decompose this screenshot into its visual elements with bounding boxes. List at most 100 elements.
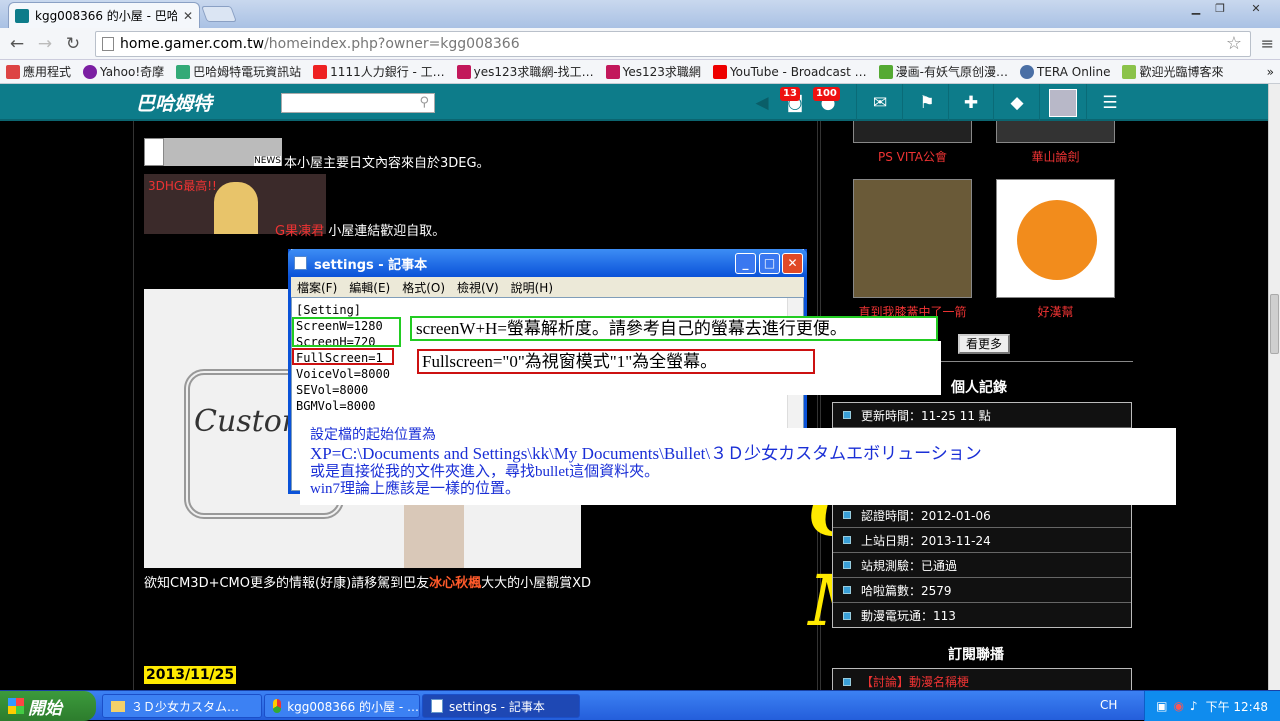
bookmark-item[interactable]: Yes123求職網 [600, 63, 707, 80]
antivirus-icon[interactable]: ◉ [1173, 699, 1183, 713]
subscribe-link[interactable]: 【討論】動漫名稱梗 [861, 673, 969, 690]
record-text: 哈啦篇數：2579 [861, 583, 952, 598]
mail-icon[interactable]: ✉ [868, 91, 892, 115]
gamepad-icon[interactable]: ✚ [959, 91, 983, 115]
start-button[interactable]: 開始 [0, 691, 96, 721]
bookmark-label: yes123求職網-找工… [473, 65, 594, 79]
friend-link[interactable]: 冰心秋楓 [429, 576, 481, 591]
intro-text: 本小屋主要日文內容來自於3DEG。 [284, 156, 490, 171]
divider [993, 84, 994, 121]
menu-help[interactable]: 說明(H) [505, 279, 559, 296]
tera-icon [1019, 64, 1034, 79]
bookmark-item[interactable]: yes123求職網-找工… [451, 63, 600, 80]
notification-badge: 100 [813, 87, 840, 101]
tag-icon[interactable]: ◆ [1005, 91, 1029, 115]
divider [856, 84, 857, 121]
page-scrollbar[interactable] [1268, 84, 1280, 690]
taskbar-item[interactable]: kgg008366 的小屋 - … [264, 694, 420, 718]
bullet-icon [843, 536, 851, 544]
guild-image[interactable] [996, 121, 1115, 143]
notification-badge: 13 [780, 87, 800, 101]
speaker-icon[interactable]: ◀ [750, 91, 774, 115]
volume-icon[interactable]: ♪ [1190, 699, 1198, 713]
subscribe-title: 訂閱聯播 [948, 647, 1004, 663]
bookmark-item[interactable]: 歡迎光臨博客來 [1116, 63, 1229, 80]
url-host: home.gamer.com.tw [120, 36, 265, 52]
close-window-button[interactable]: ✕ [1236, 1, 1276, 17]
guild-label[interactable]: 華山論劍 [996, 148, 1115, 165]
new-tab-button[interactable] [201, 6, 237, 22]
bookmark-item[interactable]: Yahoo!奇摩 [77, 63, 170, 80]
bookmark-label: 漫画-有妖气原创漫… [895, 65, 1008, 79]
bookmarks-overflow-icon[interactable]: » [1261, 65, 1280, 79]
guild-image[interactable] [996, 179, 1115, 298]
info-text: 大大的小屋觀賞XD [481, 576, 592, 591]
bookmark-item[interactable]: 應用程式 [0, 63, 77, 80]
maximize-window-button[interactable]: ❐ [1208, 1, 1232, 17]
notepad-titlebar[interactable]: settings - 記事本 _ □ ✕ [288, 249, 807, 277]
bookmark-item[interactable]: 巴哈姆特電玩資訊站 [170, 63, 307, 80]
guild-label[interactable]: 好漢幫 [996, 303, 1115, 320]
menu-view[interactable]: 檢視(V) [451, 279, 505, 296]
clock[interactable]: 下午 12:48 [1206, 698, 1268, 715]
subscribe-box: 【討論】動漫名稱梗 [832, 668, 1132, 690]
menu-format[interactable]: 格式(O) [396, 279, 451, 296]
bookmarks-bar: 應用程式 Yahoo!奇摩 巴哈姆特電玩資訊站 1111人力銀行 - 工… ye… [0, 60, 1280, 84]
yes123-icon [605, 64, 620, 79]
subscribe-row[interactable]: 【討論】動漫名稱梗 [833, 669, 1131, 690]
site-header: 巴哈姆特 ⚲ ◀ ◙ 13 ● 100 ✉ ⚑ ✚ ◆ ☰ [0, 84, 1268, 121]
back-arrow-icon[interactable]: ← [6, 33, 28, 55]
see-more-button[interactable]: 看更多 [958, 334, 1010, 354]
3deg-logo[interactable]: NEWS [144, 138, 282, 166]
minimize-window-button[interactable]: ▁ [1184, 1, 1208, 17]
site-logo[interactable]: 巴哈姆特 [136, 89, 212, 116]
bookmark-star-icon[interactable]: ☆ [1226, 33, 1242, 54]
bullet-icon [843, 611, 851, 620]
news-tag: NEWS [253, 156, 281, 166]
close-tab-icon[interactable]: ✕ [183, 9, 193, 23]
flag-icon[interactable]: ⚑ [915, 91, 939, 115]
url-path: /homeindex.php?owner=kgg008366 [264, 36, 520, 52]
guild-image[interactable] [853, 121, 972, 143]
browser-tab[interactable]: kgg008366 的小屋 - 巴哈姆 ✕ [8, 2, 200, 28]
taskbar-item[interactable]: ３Ｄ少女カスタム… [102, 694, 262, 718]
minimize-button[interactable]: _ [735, 253, 756, 274]
bookmark-item[interactable]: 1111人力銀行 - 工… [307, 63, 451, 80]
1111-icon [313, 64, 328, 79]
friend-link[interactable]: G果凍君 [275, 224, 324, 239]
divider [1039, 84, 1040, 121]
network-icon[interactable]: ▣ [1156, 699, 1167, 713]
chrome-menu-icon[interactable]: ≡ [1261, 34, 1274, 53]
avatar[interactable] [1049, 89, 1077, 117]
menu-edit[interactable]: 編輯(E) [343, 279, 396, 296]
maximize-button[interactable]: □ [759, 253, 780, 274]
highlight-box [292, 348, 394, 365]
record-row: 認證時間：2012-01-06 [833, 503, 1131, 528]
menu-file[interactable]: 檔案(F) [291, 279, 343, 296]
reload-icon[interactable]: ↻ [62, 33, 84, 55]
address-bar[interactable]: home.gamer.com.tw/homeindex.php?owner=kg… [95, 31, 1251, 57]
screen-resolution-callout: screenW+H=螢幕解析度。請參考自己的螢幕去進行更便。 [410, 316, 938, 341]
close-button[interactable]: ✕ [782, 253, 803, 274]
search-icon[interactable]: ⚲ [419, 95, 429, 110]
record-text: 動漫電玩通：113 [861, 609, 956, 623]
bookmark-item[interactable]: YouTube - Broadcast … [707, 64, 873, 79]
windows-logo-icon [8, 698, 24, 714]
bookmark-item[interactable]: 漫画-有妖气原创漫… [873, 63, 1014, 80]
guild-label[interactable]: PS VITA公會 [853, 148, 972, 165]
language-indicator[interactable]: CH [1100, 698, 1117, 712]
divider [948, 84, 949, 121]
bookmark-item[interactable]: TERA Online [1014, 64, 1117, 79]
forward-arrow-icon[interactable]: → [34, 33, 56, 55]
info-line: 欲知CM3D+CMO更多的情報(好康)請移駕到巴友冰心秋楓大大的小屋觀賞XD [144, 572, 591, 591]
system-tray: ▣ ◉ ♪ 下午 12:48 [1144, 691, 1280, 721]
hamburger-menu-icon[interactable]: ☰ [1098, 91, 1122, 115]
notepad-menubar: 檔案(F) 編輯(E) 格式(O) 檢視(V) 說明(H) [291, 277, 804, 297]
browser-tab-bar: kgg008366 的小屋 - 巴哈姆 ✕ ▁ ❐ ✕ [0, 0, 1280, 28]
post-date: 2013/11/25 [144, 666, 237, 684]
scrollbar-thumb[interactable] [1270, 294, 1279, 354]
taskbar-item[interactable]: settings - 記事本 [422, 694, 580, 718]
guild-image[interactable] [853, 179, 972, 298]
info-text: 欲知CM3D+CMO更多的情報(好康)請移駕到巴友 [144, 576, 430, 591]
site-search-input[interactable]: ⚲ [281, 93, 435, 113]
